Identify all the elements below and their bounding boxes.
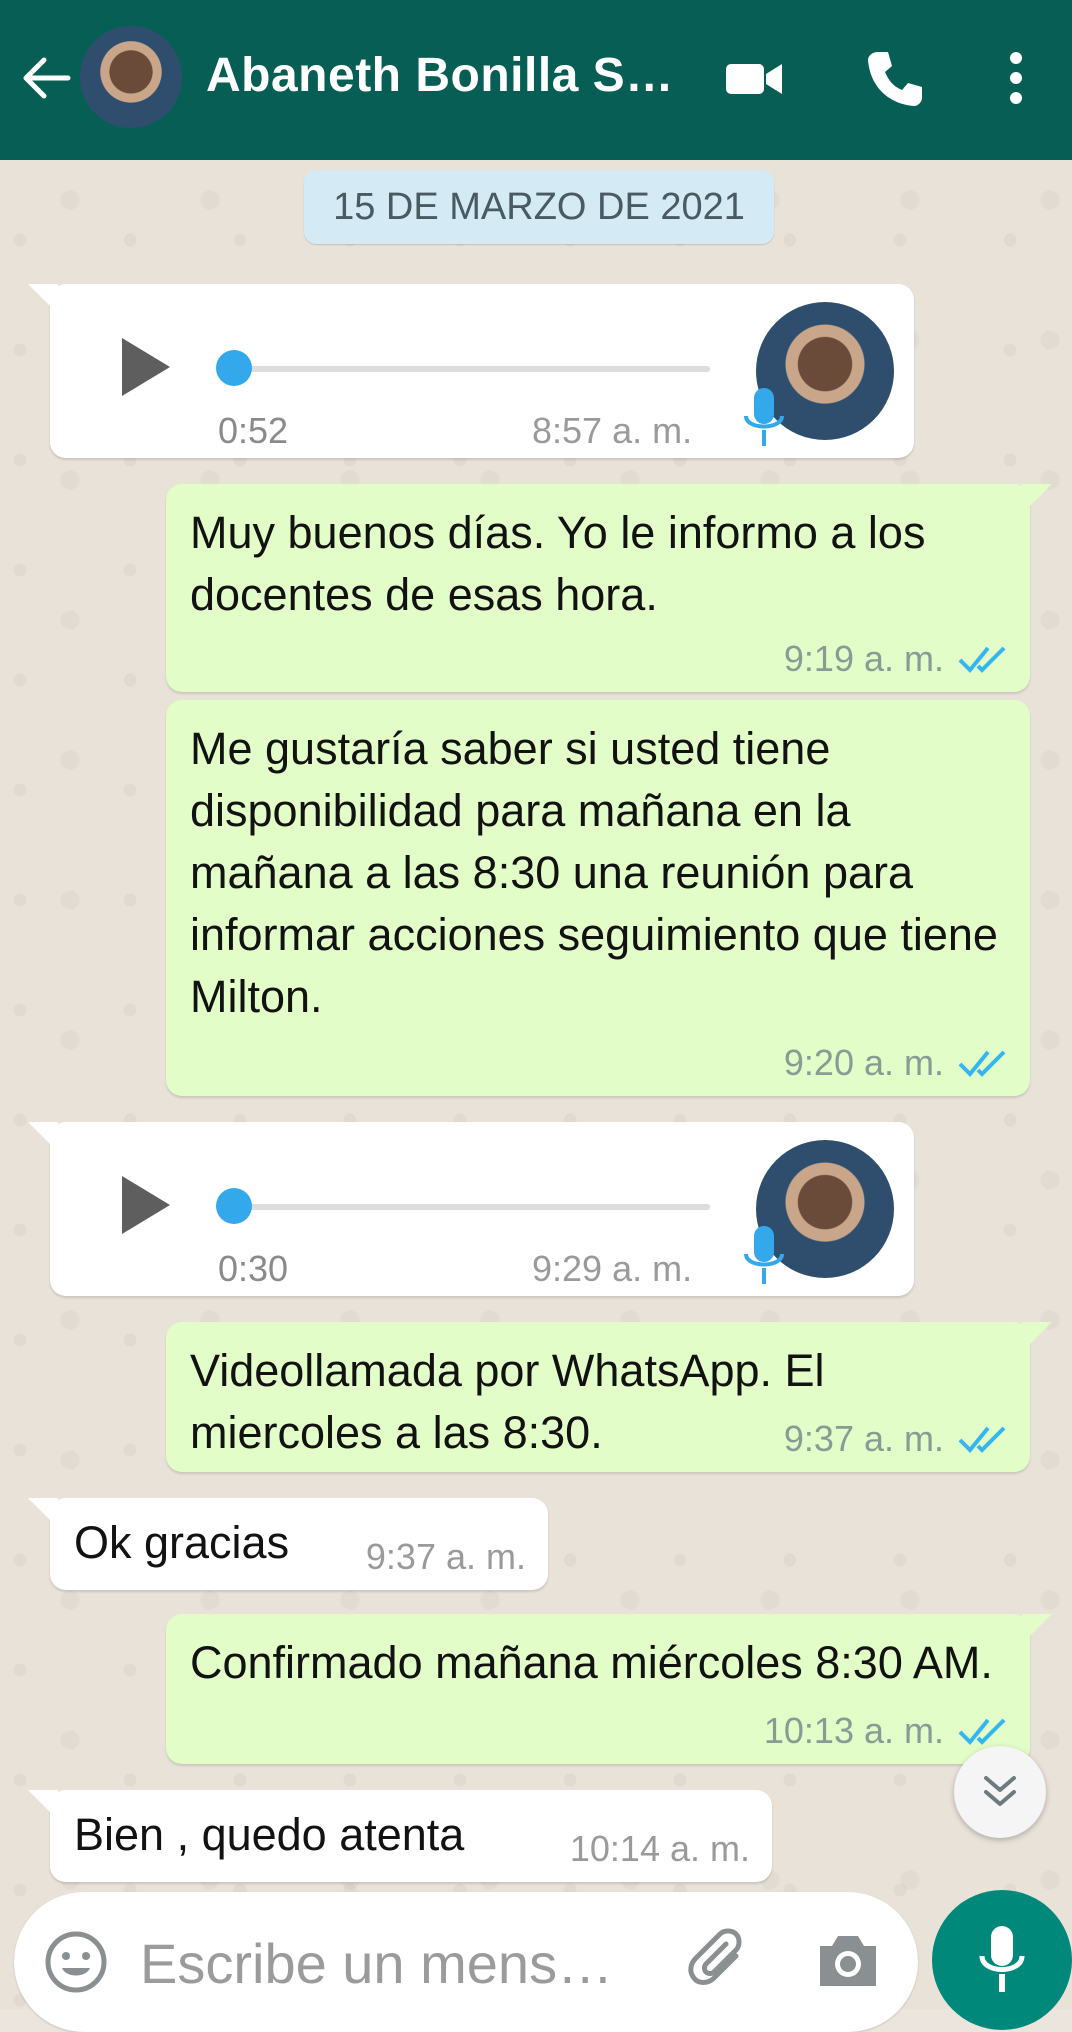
chat-header: Abaneth Bonilla So… [0,0,1072,160]
message-time: 10:14 a. m. [569,1828,750,1869]
double-check-read-icon [958,1050,1006,1077]
message-time: 9:37 a. m. [783,1418,944,1459]
voice-progress-track[interactable] [220,366,710,372]
message-meta: 10:13 a. m. [764,1710,1008,1752]
back-arrow-icon[interactable] [18,50,74,106]
message-time: 9:19 a. m. [783,638,944,679]
message-text: Muy buenos días. Yo le informo a los doc… [190,507,926,620]
contact-name[interactable]: Abaneth Bonilla So… [206,48,696,103]
double-check-read-icon [958,1718,1006,1745]
mic-icon [744,388,784,446]
message-meta: 9:19 a. m. [784,638,1008,680]
message-bubble-outgoing[interactable]: Videollamada por WhatsApp. El miercoles … [166,1322,1052,1472]
message-meta: 10:14 a. m. [570,1828,750,1870]
mic-icon [979,1926,1025,1992]
message-composer [14,1892,918,2032]
emoji-icon[interactable] [42,1928,110,1996]
message-meta: 9:37 a. m. [366,1536,526,1578]
voice-message: 0:30 9:29 a. m. [28,1122,914,1296]
double-chevron-down-icon [984,1776,1016,1806]
message-input[interactable] [138,1922,662,2004]
message-time: 9:37 a. m. [365,1536,526,1577]
message-meta: 9:20 a. m. [784,1042,1008,1084]
double-check-read-icon [958,646,1006,673]
voice-progress-knob[interactable] [216,350,252,386]
message-bubble-outgoing[interactable]: Muy buenos días. Yo le informo a los doc… [166,484,1052,692]
camera-icon[interactable] [814,1930,882,1992]
date-divider: 15 DE MARZO DE 2021 [304,170,774,244]
message-bubble-outgoing[interactable]: Confirmado mañana miércoles 8:30 AM. 10:… [166,1614,1052,1764]
more-vert-icon[interactable] [1000,46,1064,110]
message-text: Confirmado mañana miércoles 8:30 AM. [190,1637,993,1688]
message-bubble-incoming[interactable]: Ok gracias 9:37 a. m. [28,1498,548,1590]
play-icon[interactable] [110,332,180,402]
phone-icon[interactable] [862,46,926,110]
voice-duration: 0:52 [218,410,289,451]
voice-duration: 0:30 [218,1248,289,1289]
message-meta: 9:37 a. m. [784,1418,1008,1460]
message-time: 9:29 a. m. [532,1248,693,1289]
voice-progress-knob[interactable] [216,1188,252,1224]
voice-message: 0:52 8:57 a. m. [28,284,914,458]
double-check-read-icon [958,1426,1006,1453]
attach-icon[interactable] [684,1926,754,1996]
message-text: Me gustaría saber si usted tiene disponi… [190,723,998,1022]
video-call-icon[interactable] [722,46,786,110]
voice-progress-track[interactable] [220,1204,710,1210]
mic-icon [744,1226,784,1284]
message-bubble-outgoing[interactable]: Me gustaría saber si usted tiene disponi… [166,700,1030,1096]
play-icon[interactable] [110,1170,180,1240]
scroll-to-bottom-button[interactable] [954,1746,1046,1838]
contact-avatar[interactable] [80,26,182,128]
message-time: 9:20 a. m. [783,1042,944,1083]
message-time: 8:57 a. m. [532,410,693,451]
message-bubble-incoming[interactable]: Bien , quedo atenta 10:14 a. m. [28,1790,772,1882]
message-time: 10:13 a. m. [763,1710,944,1751]
voice-record-button[interactable] [932,1890,1072,2030]
